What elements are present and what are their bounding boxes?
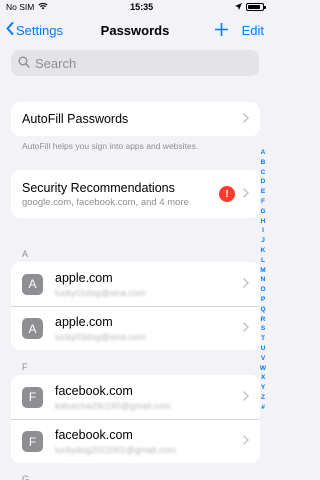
edit-button[interactable]: Edit: [242, 23, 264, 38]
index-letter[interactable]: X: [261, 373, 265, 383]
autofill-card: AutoFill Passwords: [11, 102, 260, 136]
back-button-label: Settings: [16, 22, 63, 38]
security-card: Security Recommendations google.com, fac…: [11, 170, 260, 218]
status-bar: No SIM 15:35: [0, 0, 270, 14]
alphabet-index[interactable]: A B C D E F G H I J K L M N O P Q R S T U V W X Y Z #: [258, 148, 268, 413]
index-letter[interactable]: L: [261, 256, 265, 266]
index-letter[interactable]: V: [261, 354, 265, 364]
index-letter[interactable]: S: [261, 324, 265, 334]
status-left: No SIM: [6, 2, 48, 12]
chevron-right-icon: [243, 187, 250, 201]
chevron-right-icon: [243, 277, 250, 291]
chevron-right-icon: [243, 390, 250, 404]
nav-actions: Edit: [214, 20, 264, 40]
chevron-right-icon: [243, 322, 250, 335]
index-letter[interactable]: D: [261, 177, 266, 187]
index-letter[interactable]: T: [261, 334, 265, 344]
password-row[interactable]: F facebook.com luckydog2022001@gmail.com: [11, 419, 260, 463]
status-right: [235, 2, 266, 12]
chevron-right-icon: [243, 112, 250, 126]
index-letter[interactable]: W: [260, 364, 266, 374]
search-icon: [18, 56, 30, 71]
password-domain: apple.com: [55, 315, 113, 329]
index-letter[interactable]: A: [261, 148, 266, 158]
index-letter[interactable]: Q: [260, 305, 265, 315]
section-header-g: G: [22, 474, 30, 480]
chevron-left-icon: [6, 22, 14, 38]
alert-icon: !: [219, 186, 235, 202]
index-letter[interactable]: F: [261, 197, 265, 207]
section-header-a: A: [22, 249, 29, 259]
carrier-label: No SIM: [6, 2, 35, 12]
chevron-right-icon: [243, 435, 250, 448]
security-title: Security Recommendations: [22, 180, 175, 195]
search-field[interactable]: Search: [11, 50, 259, 76]
back-button[interactable]: Settings: [6, 22, 63, 38]
password-domain: facebook.com: [55, 428, 133, 442]
index-letter[interactable]: P: [261, 295, 265, 305]
index-letter[interactable]: G: [260, 207, 265, 217]
search-placeholder: Search: [35, 55, 77, 71]
navigation-bar: Settings Passwords Edit: [0, 14, 270, 46]
index-letter[interactable]: B: [261, 158, 266, 168]
index-letter[interactable]: J: [261, 236, 265, 246]
password-row[interactable]: A apple.com lucky01dog@sina.com: [11, 262, 260, 306]
password-domain: facebook.com: [55, 383, 133, 398]
location-arrow-icon: [235, 2, 242, 12]
site-letter-icon: F: [22, 431, 43, 452]
index-letter[interactable]: K: [261, 246, 266, 256]
site-letter-icon: A: [22, 318, 43, 339]
index-letter[interactable]: U: [261, 344, 266, 354]
battery-icon: [246, 3, 266, 11]
security-recommendations-row[interactable]: Security Recommendations google.com, fac…: [11, 170, 260, 218]
password-list-f: F facebook.com katuscha29c190@gmail.com …: [11, 375, 260, 463]
security-subtitle: google.com, facebook.com, and 4 more: [22, 196, 189, 208]
password-list-a: A apple.com lucky01dog@sina.com A apple.…: [11, 262, 260, 350]
index-letter[interactable]: #: [261, 403, 265, 413]
index-letter[interactable]: Y: [261, 383, 265, 393]
index-letter[interactable]: I: [262, 226, 264, 236]
password-row[interactable]: A apple.com lucky03dog@sina.com: [11, 306, 260, 350]
index-letter[interactable]: O: [260, 285, 265, 295]
site-letter-icon: F: [22, 386, 43, 408]
section-header-f: F: [22, 362, 28, 372]
status-time: 15:35: [130, 2, 154, 12]
password-username: lucky01dog@sina.com: [55, 287, 146, 298]
password-username: luckydog2022001@gmail.com: [55, 445, 176, 455]
index-letter[interactable]: N: [261, 275, 266, 285]
index-letter[interactable]: Z: [261, 393, 265, 403]
site-letter-icon: A: [22, 273, 43, 295]
password-username: lucky03dog@sina.com: [55, 332, 146, 342]
autofill-footnote: AutoFill helps you sign into apps and we…: [22, 141, 199, 151]
password-username: katuscha29c190@gmail.com: [55, 400, 171, 411]
autofill-passwords-row[interactable]: AutoFill Passwords: [11, 102, 260, 136]
wifi-icon: [38, 2, 48, 12]
index-letter[interactable]: R: [261, 315, 266, 325]
index-letter[interactable]: M: [260, 266, 265, 276]
index-letter[interactable]: H: [261, 217, 266, 227]
autofill-label: AutoFill Passwords: [22, 112, 129, 126]
password-row[interactable]: F facebook.com katuscha29c190@gmail.com: [11, 375, 260, 419]
index-letter[interactable]: E: [261, 187, 265, 197]
index-letter[interactable]: C: [261, 168, 266, 178]
add-password-button[interactable]: [214, 20, 228, 40]
password-domain: apple.com: [55, 270, 113, 285]
